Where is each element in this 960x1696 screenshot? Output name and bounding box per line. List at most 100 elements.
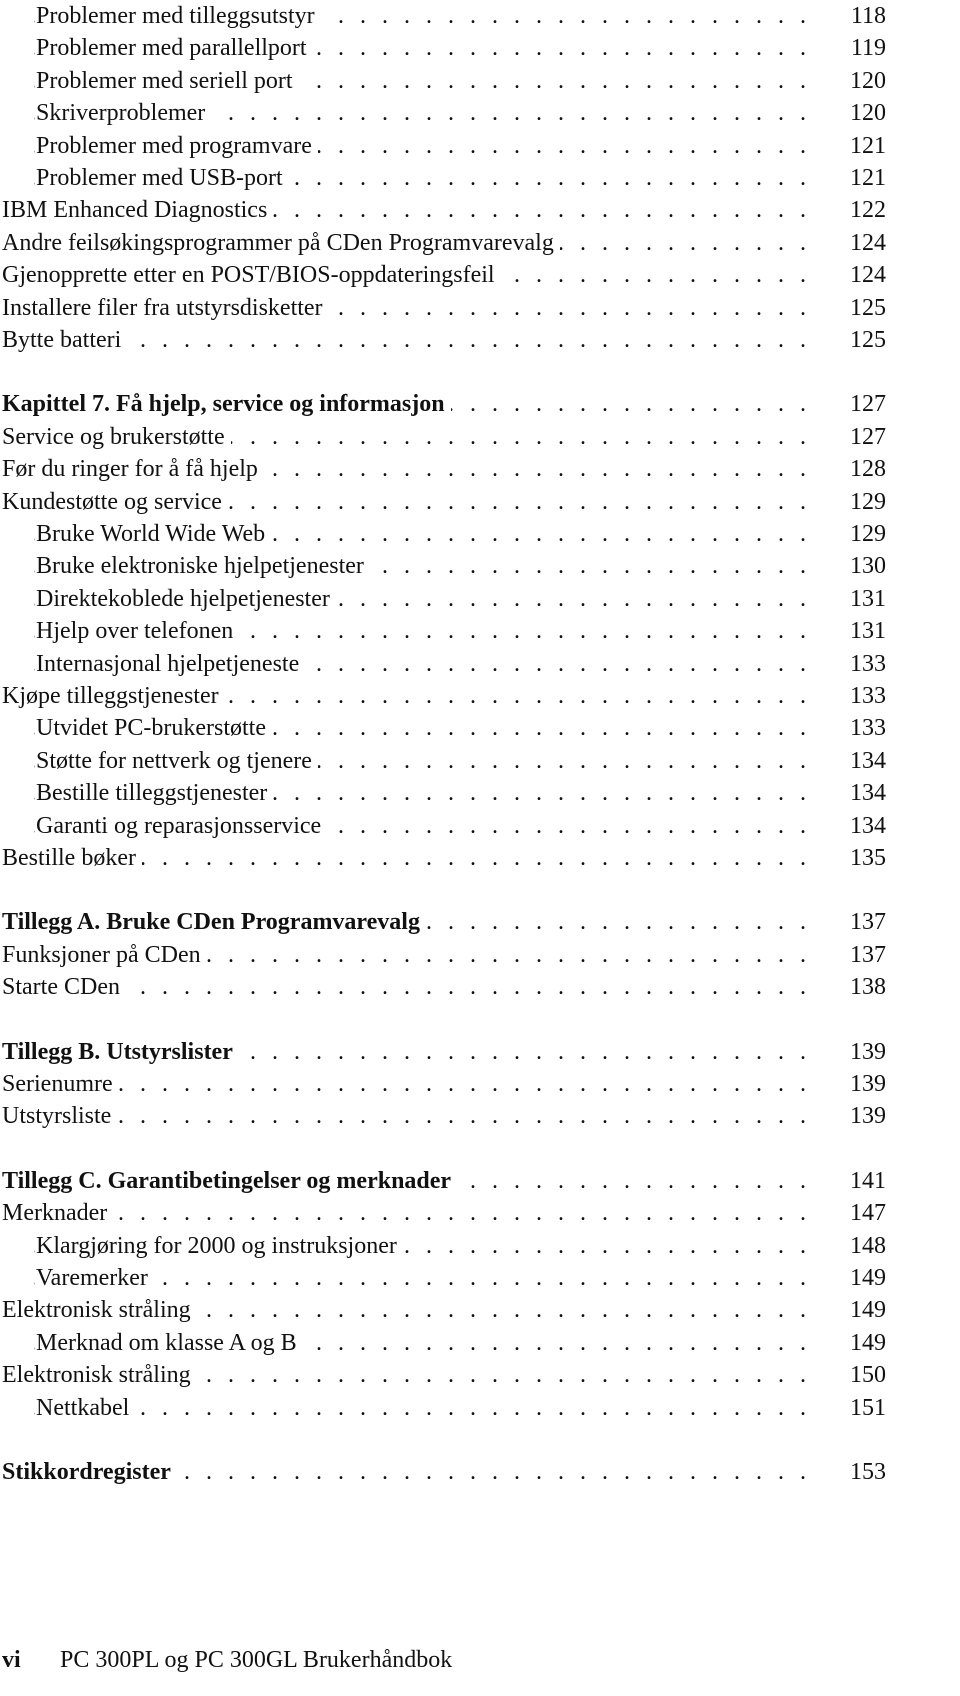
toc-entry-label: Problemer med programvare [36,129,318,162]
toc-entry-page: 125 [850,294,886,321]
toc-entry-label: Problemer med seriell port [36,64,299,97]
toc-entry-label: Bruke World Wide Web [36,518,272,550]
toc-chapter-entry[interactable]: ....................................Till… [0,1035,960,1068]
toc-entry[interactable]: ....................................Kund… [0,485,960,518]
toc-entry-label: Bestille bøker [2,842,142,874]
toc-entry-page: 131 [850,618,886,645]
toc-entry[interactable]: ....................................Bruk… [0,550,960,583]
toc-entry[interactable]: ....................................Kjøp… [0,680,960,712]
toc-entry-page: 120 [850,67,886,94]
toc-entry[interactable]: ....................................Gjen… [0,259,960,292]
toc-entry-page: 128 [850,456,886,483]
toc-entry[interactable]: ....................................Før … [0,453,960,486]
toc-entry-label: Tillegg A. Bruke CDen Programvarevalg [2,906,426,939]
toc-entry-page: 118 [850,3,886,29]
toc-entry[interactable]: ....................................Skri… [0,97,960,130]
toc-entry-label: Klargjøring for 2000 og instruksjoner [36,1229,403,1262]
toc-entry-label: Merknad om klasse A og B [36,1326,303,1359]
dot-leader: .................................... [34,1103,806,1130]
toc-entry[interactable]: ....................................Elek… [0,1359,960,1392]
toc-entry-label: Garanti og reparasjonsservice [36,809,328,842]
toc-entry-label: Hjelp over telefonen [36,615,240,648]
dot-leader: .................................... [34,1200,806,1227]
dot-leader: .................................... [34,327,806,353]
toc-entry-page: 131 [850,585,886,612]
toc-entry-label: Stikkordregister [2,1456,177,1488]
toc-entry[interactable]: ....................................Nett… [0,1391,960,1424]
toc-entry-page: 149 [850,1265,886,1291]
toc-entry-label: Bestille tilleggstjenester [36,777,274,810]
dot-leader: .................................... [34,974,806,1001]
toc-entry-label: Andre feilsøkingsprogrammer på CDen Prog… [2,226,560,259]
toc-entry[interactable]: ....................................Gara… [0,809,960,842]
toc-entry[interactable]: ....................................Prob… [0,0,960,32]
toc-entry-page: 137 [850,909,886,936]
toc-entry[interactable]: ....................................Bytt… [0,324,960,356]
toc-entry-page: 119 [850,35,886,62]
toc-entry[interactable]: ....................................Best… [0,777,960,810]
toc-entry-label: Starte CDen [2,971,126,1004]
toc-entry[interactable]: ....................................Vare… [0,1262,960,1294]
toc-entry[interactable]: ....................................Merk… [0,1326,960,1359]
toc-entry[interactable]: ....................................Utvi… [0,712,960,745]
toc-entry-page: 133 [850,715,886,742]
toc-entry-page: 139 [850,1038,886,1065]
toc-entry-label: Skriverproblemer [36,97,212,130]
toc-entry[interactable]: ....................................Prob… [0,32,960,65]
toc-entry-label: Kapittel 7. Få hjelp, service og informa… [2,388,451,421]
toc-entry[interactable]: ....................................Inte… [0,647,960,680]
toc-entry-label: Internasjonal hjelpetjeneste [36,647,306,680]
toc-entry-label: Problemer med tilleggsutstyr [36,0,321,32]
toc-entry[interactable]: ....................................Inst… [0,291,960,324]
toc-entry[interactable]: ....................................IBM … [0,194,960,227]
toc-entry[interactable]: ....................................Funk… [0,938,960,971]
toc-entry-label: Bytte batteri [2,324,128,356]
toc-entry-page: 139 [850,1071,886,1097]
toc-entry[interactable]: ....................................Prob… [0,129,960,162]
toc-entry-page: 134 [850,780,886,807]
toc-entry-label: Elektronisk stråling [2,1359,197,1392]
toc-entry-page: 151 [850,1394,886,1421]
toc-entry[interactable]: ....................................Hjel… [0,615,960,648]
toc-entry-label: Kundestøtte og service [2,485,228,518]
toc-entry-page: 124 [850,262,886,289]
toc-entry-label: Før du ringer for å få hjelp [2,453,264,486]
toc-entry-label: Tillegg B. Utstyrslister [2,1035,239,1068]
toc-entry[interactable]: ....................................Prob… [0,64,960,97]
toc-entry[interactable]: ....................................Merk… [0,1197,960,1230]
toc-entry-page: 150 [850,1362,886,1389]
toc-entry[interactable]: ....................................Dire… [0,582,960,615]
toc-entry-label: Tillegg C. Garantibetingelser og merknad… [2,1164,458,1197]
toc-entry[interactable]: ....................................Klar… [0,1229,960,1262]
dot-leader: .................................... [34,1394,806,1421]
toc-entry[interactable]: ....................................Støt… [0,744,960,777]
toc-entry[interactable]: ....................................Elek… [0,1294,960,1327]
toc-chapter-entry[interactable]: ....................................Stik… [0,1456,960,1488]
toc-entry[interactable]: ....................................Bruk… [0,518,960,550]
toc-chapter-entry[interactable]: ....................................Till… [0,1164,960,1197]
toc-entry[interactable]: ....................................Star… [0,971,960,1004]
toc-entry[interactable]: ....................................Seri… [0,1068,960,1100]
toc-entry[interactable]: ....................................Utst… [0,1100,960,1133]
toc-chapter-entry[interactable]: ....................................Till… [0,906,960,939]
toc-entry-label: Service og brukerstøtte [2,420,231,453]
toc-entry-label: Utstyrsliste [2,1100,118,1133]
toc-entry[interactable]: ....................................Best… [0,842,960,874]
toc-entry-page: 121 [850,132,886,159]
toc-entry-page: 130 [850,553,886,580]
toc-chapter-entry[interactable]: ....................................Kapi… [0,388,960,421]
toc-entry-page: 134 [850,812,886,839]
toc-entry[interactable]: ....................................Andr… [0,226,960,259]
toc-entry[interactable]: ....................................Prob… [0,162,960,194]
toc-entry-page: 124 [850,229,886,256]
toc-entry-page: 129 [850,488,886,515]
toc-entry-label: Elektronisk stråling [2,1294,197,1327]
toc-entry-page: 149 [850,1297,886,1324]
toc-entry-label: Installere filer fra utstyrsdisketter [2,291,329,324]
toc-entry-label: Nettkabel [36,1391,136,1424]
toc-entry-label: Varemerker [36,1262,154,1294]
dot-leader: .................................... [34,845,806,871]
toc-entry-page: 133 [850,650,886,677]
toc-entry[interactable]: ....................................Serv… [0,420,960,453]
toc-entry-label: Direktekoblede hjelpetjenester [36,582,336,615]
